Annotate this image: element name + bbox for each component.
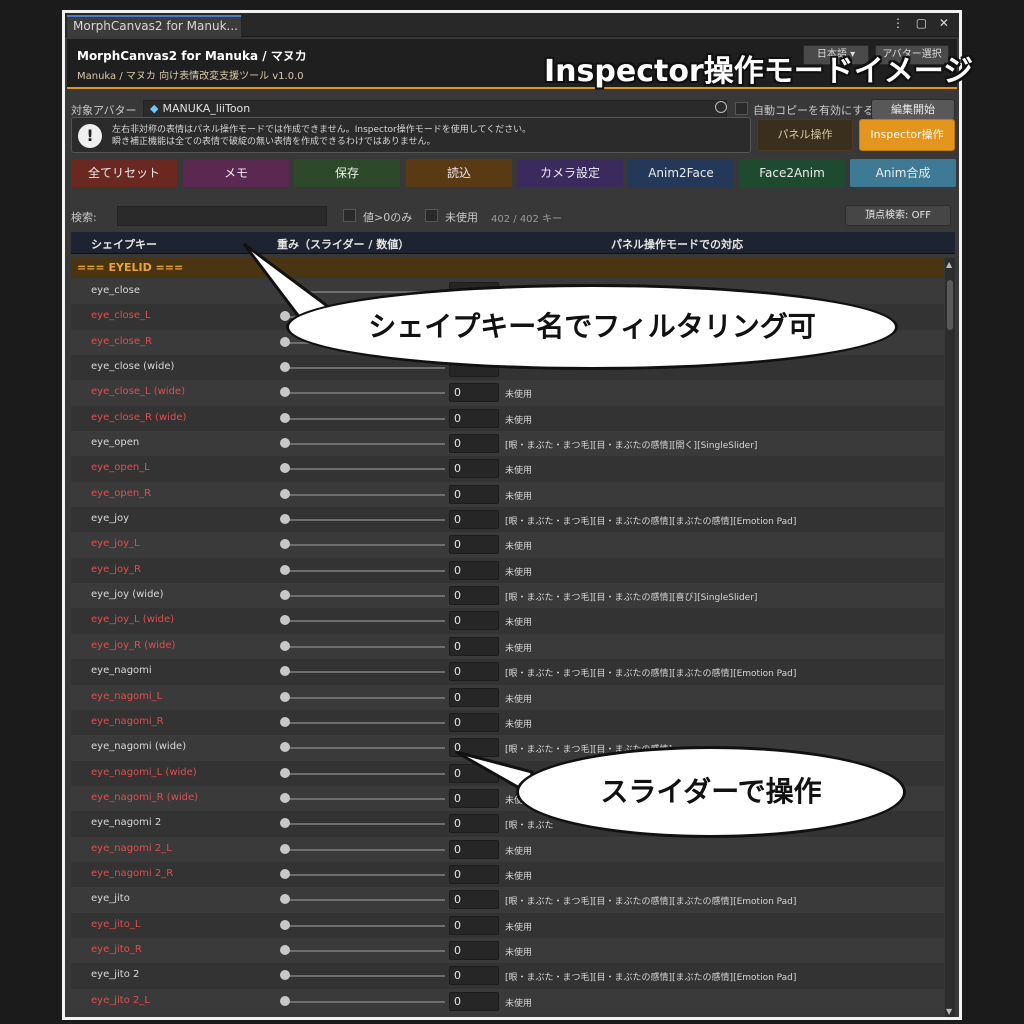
callout-tails <box>242 242 534 797</box>
slider-callout: スライダーで操作 <box>516 746 906 838</box>
filter-callout: シェイプキー名でフィルタリング可 <box>286 284 898 370</box>
